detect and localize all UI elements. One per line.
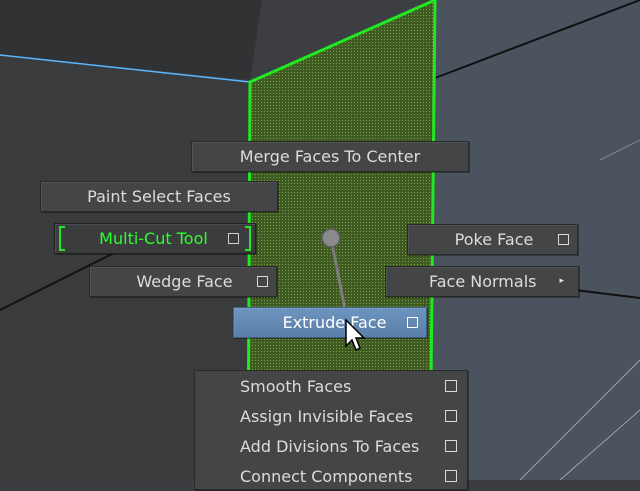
menu-item-poke-face[interactable]: Poke Face [407, 224, 578, 255]
menu-item-label: Multi-Cut Tool [99, 228, 208, 248]
list-item-assign-invisible-faces[interactable]: Assign Invisible Faces [195, 401, 467, 431]
menu-item-label: Wedge Face [136, 271, 233, 291]
option-box-icon[interactable] [558, 234, 569, 245]
menu-item-multi-cut-tool[interactable]: Multi-Cut Tool [54, 223, 256, 254]
list-item-label: Connect Components [240, 466, 413, 486]
option-box-icon[interactable] [445, 470, 457, 482]
menu-item-label: Merge Faces To Center [239, 146, 421, 166]
menu-item-wedge-face[interactable]: Wedge Face [89, 266, 277, 297]
menu-item-label: Paint Select Faces [87, 186, 231, 206]
menu-item-paint-select-faces[interactable]: Paint Select Faces [40, 181, 278, 212]
list-item-connect-components[interactable]: Connect Components [195, 461, 467, 491]
list-item-label: Add Divisions To Faces [240, 436, 420, 456]
menu-item-extrude-face[interactable]: Extrude Face [233, 307, 427, 338]
active-bracket-left [59, 226, 65, 251]
list-item-label: Assign Invisible Faces [240, 406, 414, 426]
list-item-add-divisions-to-faces[interactable]: Add Divisions To Faces [195, 431, 467, 461]
active-bracket-right [245, 226, 251, 251]
menu-item-merge-faces-to-center[interactable]: Merge Faces To Center [191, 141, 469, 172]
list-item-label: Smooth Faces [240, 376, 352, 396]
option-box-icon[interactable] [257, 276, 268, 287]
gesture-origin-dot [321, 228, 341, 248]
menu-item-face-normals[interactable]: Face Normals ▸ [385, 266, 579, 297]
option-box-icon[interactable] [228, 233, 239, 244]
option-box-icon[interactable] [407, 317, 418, 328]
option-box-icon[interactable] [445, 380, 457, 392]
menu-item-label: Poke Face [454, 229, 534, 249]
mouse-cursor-icon [345, 318, 366, 352]
submenu-arrow-icon: ▸ [559, 276, 564, 286]
list-item-smooth-faces[interactable]: Smooth Faces [195, 371, 467, 401]
option-box-icon[interactable] [445, 440, 457, 452]
menu-item-label: Face Normals [428, 271, 537, 291]
menu-item-label: Extrude Face [282, 312, 387, 332]
overflow-menu: Smooth Faces Assign Invisible Faces Add … [194, 370, 468, 490]
option-box-icon[interactable] [445, 410, 457, 422]
